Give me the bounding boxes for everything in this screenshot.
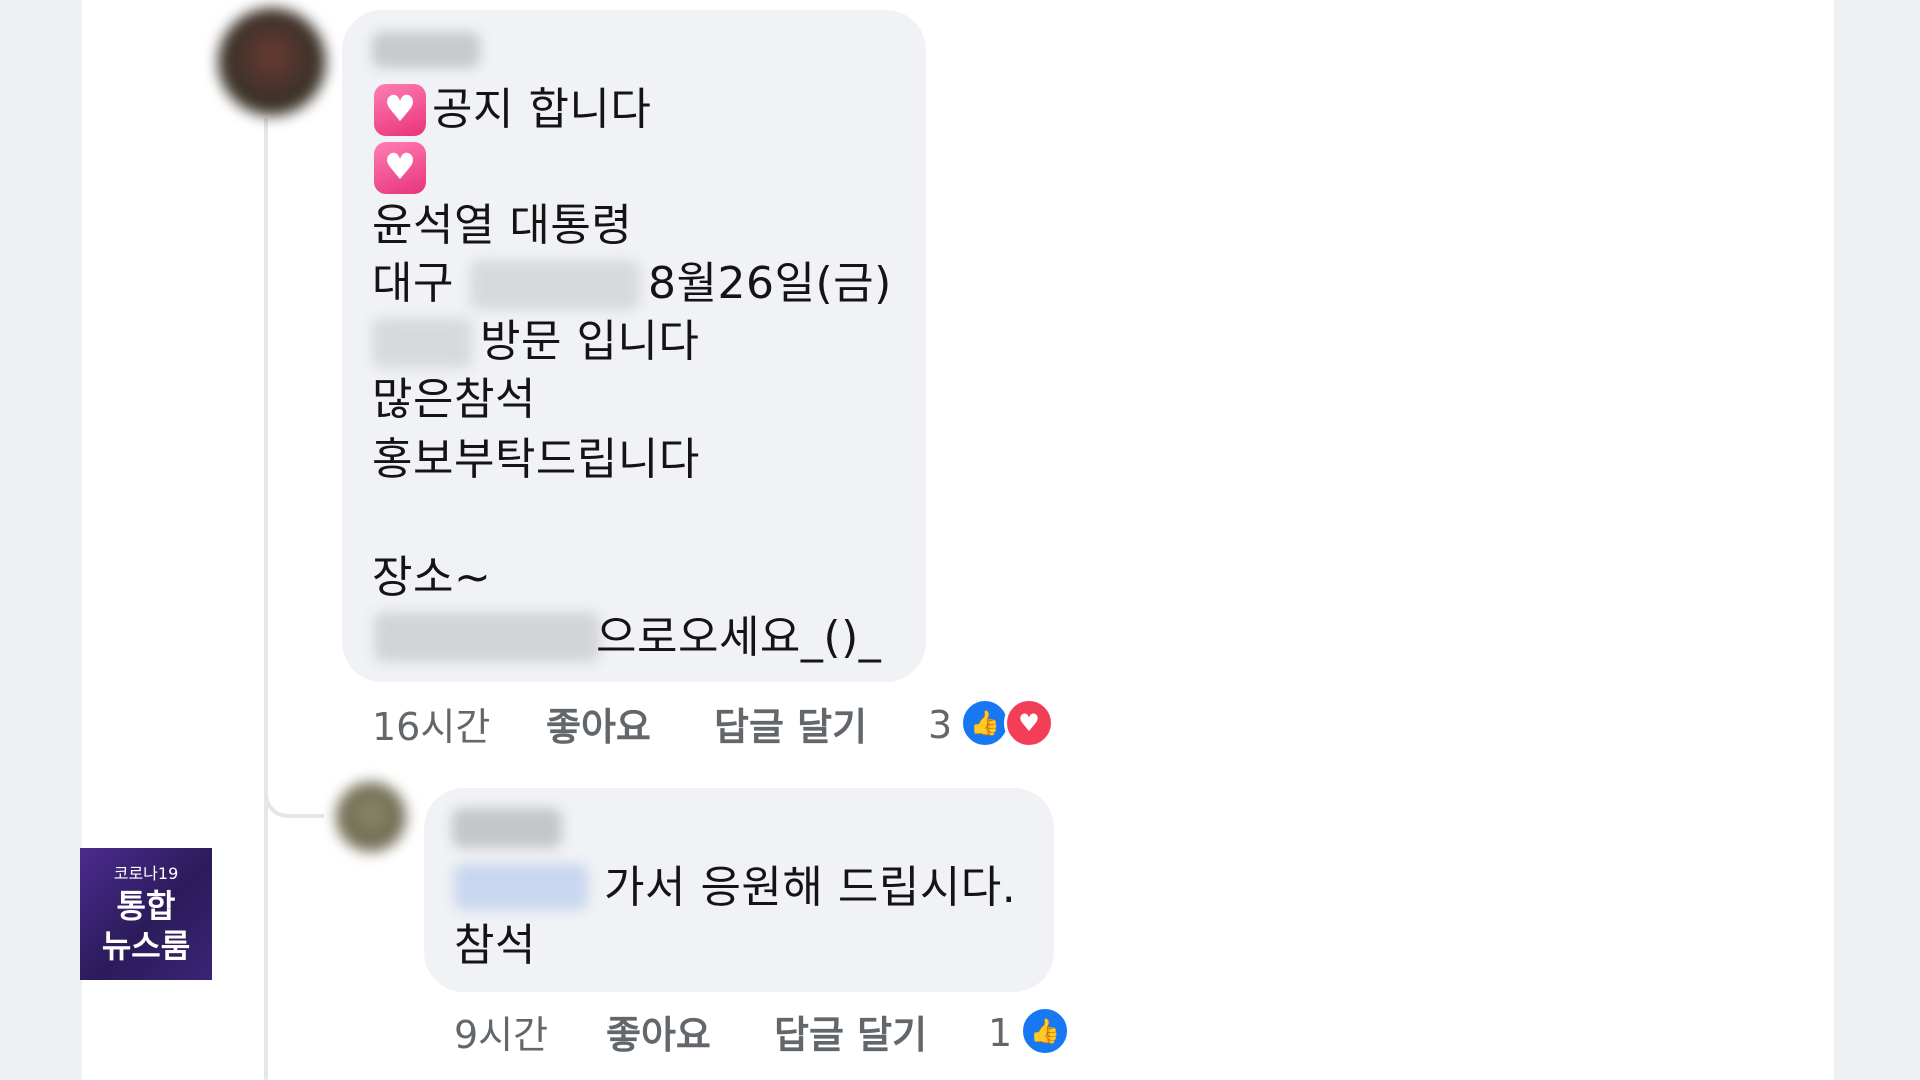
like-button[interactable]: 좋아요 [606,1012,711,1058]
comment-line: 공지 합니다 [432,84,652,135]
reaction-count[interactable]: 1 [988,1010,1012,1056]
like-button[interactable]: 좋아요 [546,704,651,750]
place-redacted [374,612,600,662]
reply-connector [264,760,324,818]
like-icon[interactable]: 👍 [960,698,1010,748]
avatar[interactable] [218,8,326,116]
comment-line: 장소~ [372,552,492,603]
reply-line: 참석 [454,920,536,971]
reply-timestamp[interactable]: 9시간 [454,1012,548,1058]
like-icon[interactable]: 👍 [1020,1006,1070,1056]
location-redacted [470,260,640,310]
comment-line: 으로오세요_()_ [596,612,882,663]
avatar[interactable] [336,782,406,852]
tagged-name-redacted[interactable] [454,864,588,910]
author-name-redacted[interactable] [372,32,480,68]
comment-line: 대구 [372,258,454,309]
reply-button[interactable]: 답글 달기 [714,704,867,750]
comment-line: 8월26일(금) [648,258,892,309]
logo-title-line2: 뉴스룸 [101,927,191,965]
reply-button[interactable]: 답글 달기 [774,1012,927,1058]
logo-title-line1: 통합 [116,887,176,925]
reply-line: 가서 응원해 드립시다. [604,862,1017,913]
comment-line: 홍보부탁드립니다 [372,434,700,485]
logo-subtitle: 코로나19 [113,864,179,883]
comment-line: 윤석열 대통령 [372,200,633,251]
thread-line [264,118,268,1080]
news-logo: 코로나19 통합 뉴스룸 [80,848,212,980]
comment-line: 많은참석 [372,374,536,425]
love-icon[interactable]: ♥ [1004,698,1054,748]
time-redacted [372,318,472,368]
comment-line: 방문 입니다 [480,316,700,367]
comment-timestamp[interactable]: 16시간 [372,704,490,750]
author-name-redacted[interactable] [452,808,562,848]
reaction-count[interactable]: 3 [928,702,952,748]
heart-emoji-icon: ♥ [374,84,426,136]
heart-emoji-icon: ♥ [374,142,426,194]
